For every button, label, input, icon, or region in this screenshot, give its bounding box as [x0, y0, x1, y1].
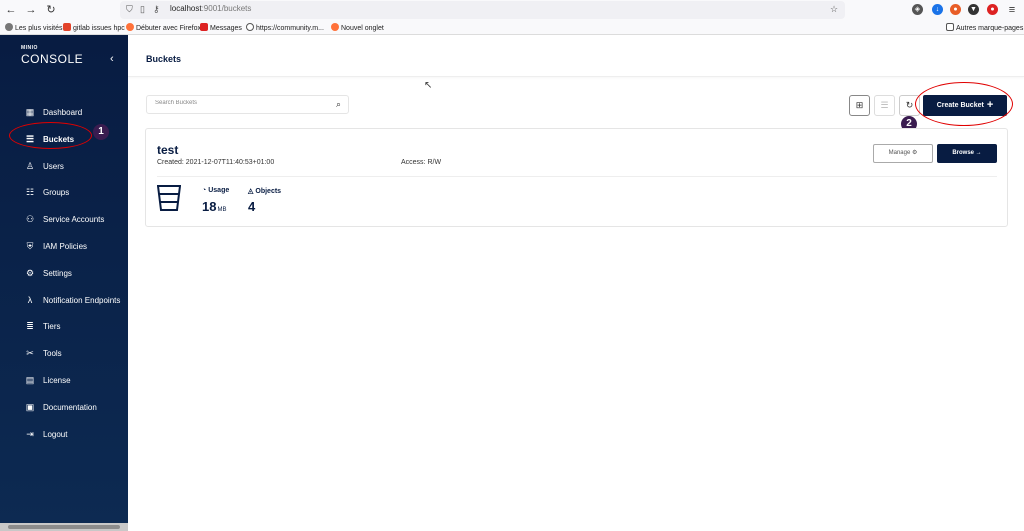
- search-box[interactable]: ⌕: [146, 95, 349, 114]
- pie-icon: ◔: [202, 187, 207, 194]
- sidebar-item-dashboard[interactable]: ▦ Dashboard: [24, 105, 128, 119]
- divider: [157, 176, 997, 177]
- lambda-icon: λ: [27, 295, 33, 305]
- bookmark[interactable]: gitlab issues hpc: [63, 23, 125, 32]
- tiers-icon: ≣: [26, 321, 34, 331]
- sidebar-item-groups[interactable]: ☷ Groups: [24, 185, 128, 199]
- bookmarks-bar: Les plus visités gitlab issues hpc Début…: [0, 20, 1024, 35]
- chevron-left-icon[interactable]: ‹: [110, 53, 114, 65]
- extension-icon[interactable]: ●: [950, 4, 961, 15]
- bucket-card[interactable]: test Created: 2021-12-07T11:40:53+01:00 …: [145, 128, 1008, 227]
- gear-icon: ⚙: [911, 150, 918, 156]
- page-header: Buckets: [128, 35, 1024, 77]
- annotation-ellipse: [915, 82, 1013, 126]
- key-icon: ⚷: [153, 4, 160, 14]
- objects-value: 4: [248, 199, 256, 214]
- pocket-icon[interactable]: ◈: [912, 4, 923, 15]
- reload-icon[interactable]: ↻: [44, 3, 58, 17]
- annotation-badge: 1: [93, 124, 109, 140]
- browser-toolbar: ← → ↻ ⛉ ▯ ⚷ localhost:9001/buckets ☆ ◈ ↓…: [0, 0, 1024, 20]
- user-icon: ♙: [25, 161, 35, 171]
- logo-top: MINIO: [21, 45, 38, 51]
- bucket-name[interactable]: test: [157, 143, 178, 157]
- bucket-access: Access: R/W: [401, 159, 442, 166]
- page-title: Buckets: [146, 54, 182, 64]
- globe-icon: [246, 23, 254, 31]
- bookmark[interactable]: Messages: [200, 23, 242, 32]
- bookmark[interactable]: https://community.m...: [246, 23, 324, 32]
- usage-value: 18MB: [202, 199, 227, 214]
- extension-icon[interactable]: ▼: [968, 4, 979, 15]
- folder-icon: [946, 23, 954, 31]
- gear-icon: [5, 23, 13, 31]
- firefox-icon: [331, 23, 339, 31]
- service-accounts-icon: ⚇: [25, 214, 35, 224]
- extension-icon[interactable]: ●: [987, 4, 998, 15]
- objects-icon: ◬: [248, 188, 254, 195]
- bookmark-folder[interactable]: Autres marque-pages: [946, 23, 1023, 32]
- logo: CONSOLE: [21, 52, 84, 66]
- grid-view-button[interactable]: ⊞: [849, 95, 870, 116]
- url-text: localhost:9001/buckets: [170, 4, 252, 13]
- logout-icon: ⇥: [26, 429, 34, 439]
- shield-tracking-icon: ⛉: [126, 4, 133, 14]
- page-icon: ▯: [140, 4, 145, 14]
- sidebar-item-logout[interactable]: ⇥ Logout: [24, 427, 128, 441]
- tools-icon: ✂: [26, 348, 34, 358]
- sidebar-item-iam-policies[interactable]: ⛨ IAM Policies: [24, 239, 128, 253]
- gear-icon: ⚙: [25, 268, 35, 278]
- sidebar-item-settings[interactable]: ⚙ Settings: [24, 266, 128, 280]
- search-icon[interactable]: ⌕: [336, 99, 341, 110]
- mouse-cursor-icon: ↖: [424, 80, 433, 91]
- sidebar-item-service-accounts[interactable]: ⚇ Service Accounts: [24, 212, 128, 226]
- scrollbar-thumb[interactable]: [8, 525, 120, 529]
- grid-icon: ⊞: [855, 100, 864, 110]
- shield-icon: ⛨: [26, 241, 34, 251]
- browse-button[interactable]: Browse →: [937, 144, 997, 163]
- arrow-right-icon: →: [975, 150, 982, 156]
- sidebar-item-license[interactable]: ▤ License: [24, 373, 128, 387]
- dashboard-icon: ▦: [25, 107, 35, 117]
- usage-label: ◔ Usage: [202, 187, 230, 194]
- bucket-icon: [157, 185, 181, 211]
- sidebar-item-notification-endpoints[interactable]: λ Notification Endpoints: [24, 293, 128, 307]
- annotation-ellipse: [9, 122, 92, 149]
- star-icon[interactable]: ☆: [830, 4, 838, 15]
- messages-icon: [200, 23, 208, 31]
- groups-icon: ☷: [25, 187, 35, 197]
- sidebar-item-tiers[interactable]: ≣ Tiers: [24, 319, 128, 333]
- forward-arrow-icon[interactable]: →: [24, 3, 38, 17]
- menu-icon[interactable]: ≡: [1005, 3, 1019, 17]
- bookmark[interactable]: Nouvel onglet: [331, 23, 384, 32]
- sidebar-item-tools[interactable]: ✂ Tools: [24, 346, 128, 360]
- bookmark[interactable]: Débuter avec Firefox: [126, 23, 201, 32]
- sidebar: MINIO CONSOLE ‹ ▦ Dashboard ☰ Buckets ♙ Use…: [0, 35, 128, 531]
- search-input[interactable]: [155, 100, 325, 106]
- manage-button[interactable]: Manage ⚙: [873, 144, 933, 163]
- bucket-created: Created: 2021-12-07T11:40:53+01:00: [157, 159, 275, 166]
- documentation-icon: ▣: [25, 402, 35, 412]
- sidebar-item-documentation[interactable]: ▣ Documentation: [24, 400, 128, 414]
- list-view-button[interactable]: ☰: [874, 95, 895, 116]
- license-icon: ▤: [25, 375, 35, 385]
- list-icon: ☰: [880, 100, 889, 110]
- bookmark[interactable]: Les plus visités: [5, 23, 62, 32]
- gitlab-icon: [63, 23, 71, 31]
- download-icon[interactable]: ↓: [932, 4, 943, 15]
- sidebar-item-users[interactable]: ♙ Users: [24, 159, 128, 173]
- objects-label: ◬ Objects: [248, 188, 282, 195]
- firefox-icon: [126, 23, 134, 31]
- url-bar[interactable]: ⛉ ▯ ⚷ localhost:9001/buckets ☆: [120, 1, 845, 19]
- refresh-icon: ↻: [905, 100, 914, 110]
- horizontal-scrollbar[interactable]: [0, 523, 128, 531]
- back-arrow-icon[interactable]: ←: [4, 3, 18, 17]
